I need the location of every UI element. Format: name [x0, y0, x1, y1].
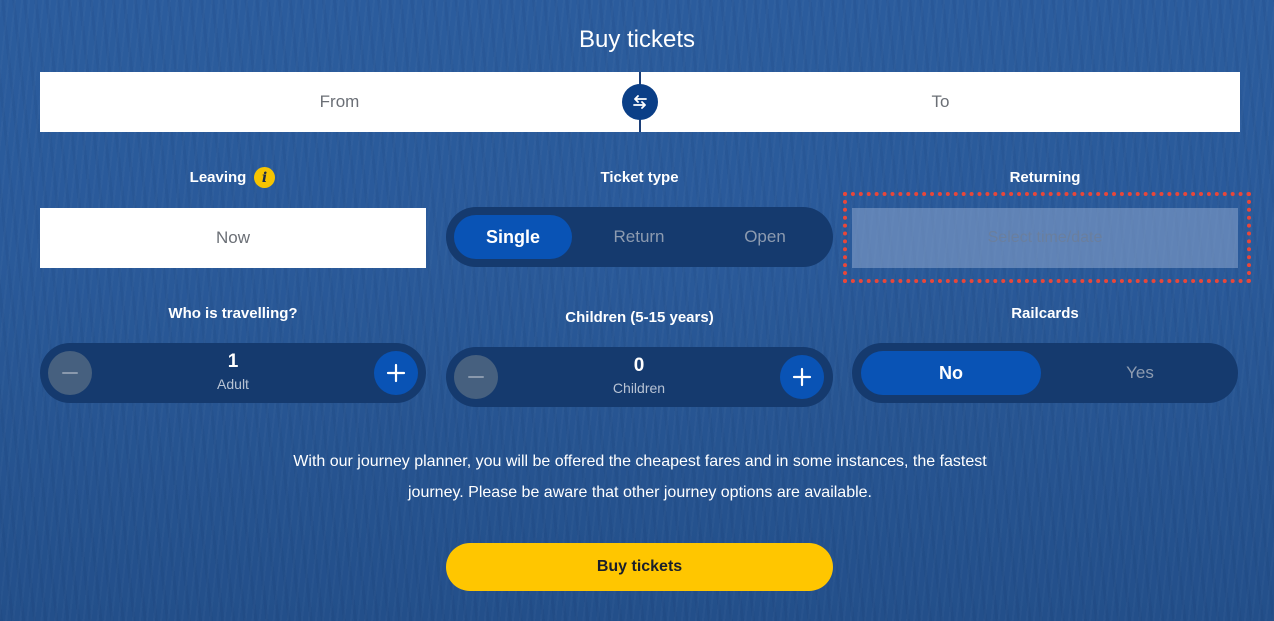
leaving-time-field[interactable]: Now: [40, 208, 426, 268]
children-unit: Children: [612, 380, 666, 396]
buy-tickets-button[interactable]: Buy tickets: [446, 543, 833, 591]
adults-count: 1: [227, 351, 239, 372]
ticket-type-return[interactable]: Return: [580, 215, 698, 259]
ticket-type-open[interactable]: Open: [706, 215, 824, 259]
railcards-toggle: No Yes: [852, 343, 1238, 403]
adults-decrement-button[interactable]: [48, 351, 92, 395]
leaving-label: Leaving: [189, 169, 247, 186]
children-decrement-button[interactable]: [454, 355, 498, 399]
adults-increment-button[interactable]: [374, 351, 418, 395]
children-increment-button[interactable]: [780, 355, 824, 399]
children-label: Children (5-15 years): [565, 309, 714, 326]
swap-arrows-icon: [633, 95, 647, 109]
children-stepper: 0 Children: [446, 347, 833, 407]
ticket-search-page: { "header": { "title": "Buy tickets" }, …: [0, 0, 1274, 621]
ticket-type-single[interactable]: Single: [454, 215, 572, 259]
railcards-yes[interactable]: Yes: [1050, 351, 1230, 395]
adults-stepper: 1 Adult: [40, 343, 426, 403]
plus-icon: [386, 363, 406, 383]
adults-unit: Adult: [217, 376, 249, 392]
ticket-type-label: Ticket type: [600, 169, 679, 186]
railcards-label: Railcards: [1011, 305, 1079, 322]
journey-planner-notice: With our journey planner, you will be of…: [240, 446, 1040, 508]
returning-label: Returning: [1009, 169, 1081, 186]
page-title: Buy tickets: [578, 26, 696, 53]
adults-label: Who is travelling?: [168, 305, 298, 322]
minus-icon: [468, 376, 484, 378]
ticket-type-toggle: Single Return Open: [446, 207, 833, 267]
railcards-no[interactable]: No: [861, 351, 1041, 395]
info-icon[interactable]: i: [254, 167, 275, 188]
notice-line-1: With our journey planner, you will be of…: [293, 453, 987, 470]
returning-time-field[interactable]: Select time/date: [852, 208, 1238, 268]
minus-icon: [62, 372, 78, 374]
notice-line-2: journey. Please be aware that other jour…: [408, 484, 872, 501]
to-station-input[interactable]: To: [641, 72, 1240, 132]
plus-icon: [792, 367, 812, 387]
children-count: 0: [633, 355, 645, 376]
from-station-input[interactable]: From: [40, 72, 639, 132]
swap-stations-button[interactable]: [622, 84, 658, 120]
